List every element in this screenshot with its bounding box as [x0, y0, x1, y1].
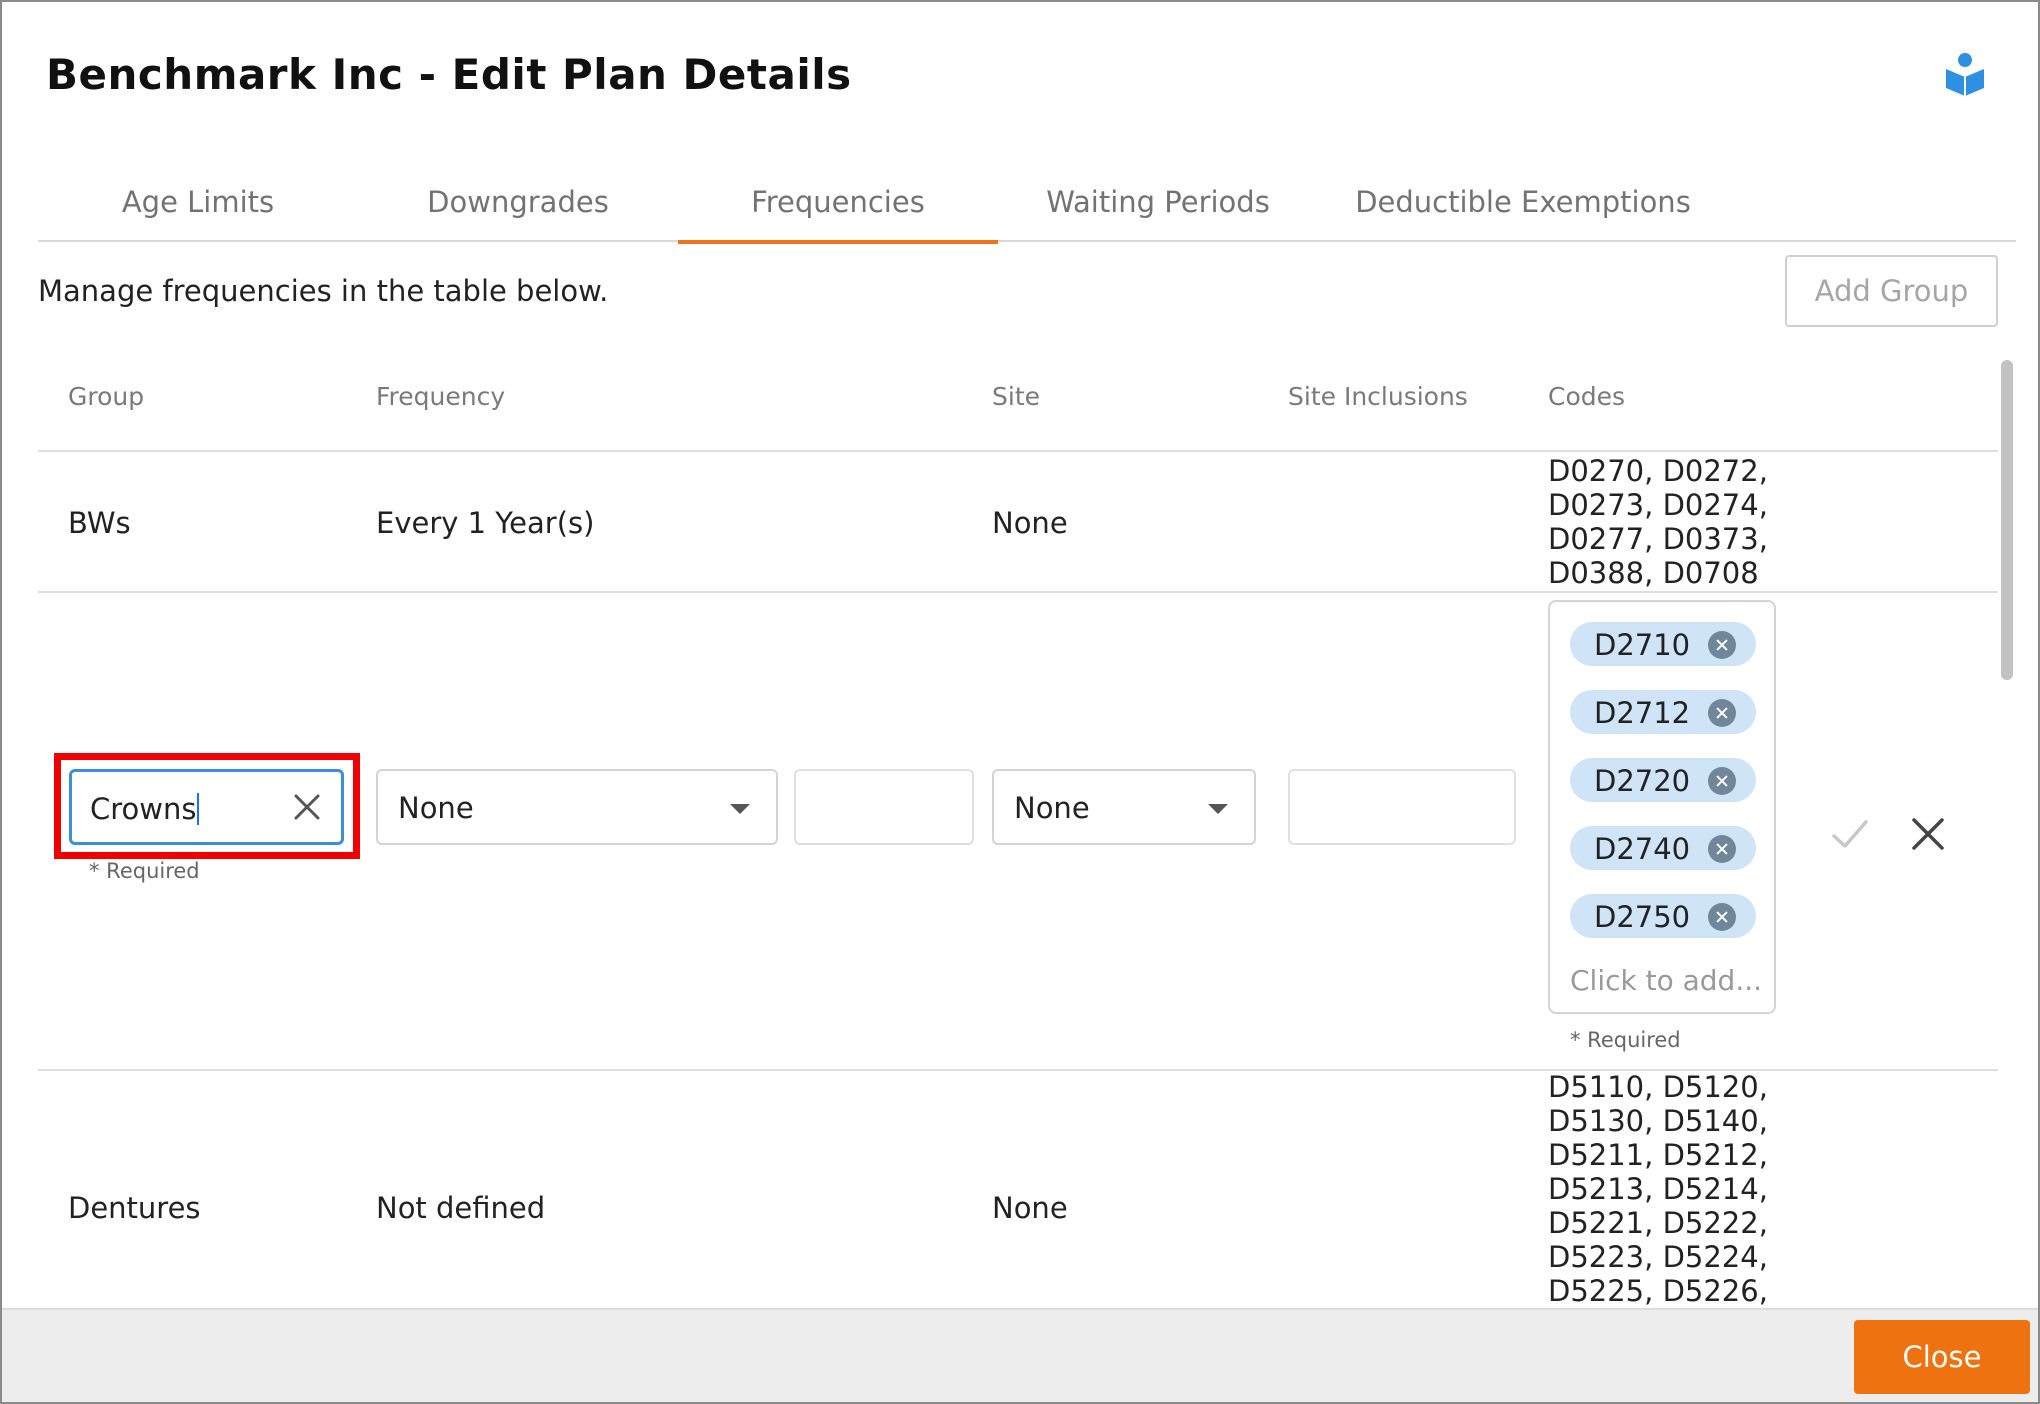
cancel-edit-icon[interactable] — [1906, 812, 1950, 856]
row-bws-group: BWs — [68, 506, 131, 540]
tab-downgrades[interactable]: Downgrades — [358, 162, 678, 242]
table-scrollbar[interactable] — [1999, 354, 2015, 1290]
check-icon[interactable] — [1828, 812, 1872, 856]
site-select[interactable]: None — [992, 769, 1256, 845]
code-tag: D2750 — [1570, 894, 1756, 938]
tab-bar: Age Limits Downgrades Frequencies Waitin… — [38, 162, 2016, 244]
clear-icon[interactable] — [290, 790, 324, 824]
site-inclusions-input[interactable] — [1288, 769, 1516, 845]
row-dentures-frequency: Not defined — [376, 1191, 546, 1225]
group-required-note: * Required — [89, 859, 200, 883]
chevron-down-icon — [730, 804, 750, 814]
code-line: D5211, D5212, — [1548, 1138, 1768, 1172]
code-tag-label: D2720 — [1594, 764, 1691, 798]
remove-tag-icon[interactable] — [1708, 699, 1736, 727]
code-line: D5223, D5224, — [1548, 1240, 1768, 1274]
edit-plan-dialog: Benchmark Inc - Edit Plan Details Age Li… — [0, 0, 2040, 1404]
code-tag: D2740 — [1570, 826, 1756, 870]
code-tag: D2720 — [1570, 758, 1756, 802]
remove-tag-icon[interactable] — [1708, 903, 1736, 931]
frequency-select-value: None — [398, 791, 474, 825]
code-tag-label: D2750 — [1594, 900, 1691, 934]
description-text: Manage frequencies in the table below. — [38, 274, 609, 308]
codes-tag-input[interactable]: D2710 D2712 D2720 D2740 D2750 Click to a… — [1548, 600, 1776, 1014]
code-tag-label: D2712 — [1594, 696, 1691, 730]
text-caret — [197, 793, 200, 825]
tab-age-limits[interactable]: Age Limits — [38, 162, 358, 242]
reader-icon[interactable] — [1944, 52, 1986, 98]
code-tag-label: D2710 — [1594, 628, 1691, 662]
frequency-select[interactable]: None — [376, 769, 778, 845]
row-dentures-codes: D5110, D5120, D5130, D5140, D5211, D5212… — [1548, 1070, 1788, 1308]
row-bws-frequency: Every 1 Year(s) — [376, 506, 595, 540]
row-bws-codes: D0270, D0272, D0273, D0274, D0277, D0373… — [1548, 454, 1788, 590]
header-codes: Codes — [1548, 382, 1626, 411]
code-line: D5110, D5120, — [1548, 1070, 1768, 1104]
row-dentures-site: None — [992, 1191, 1068, 1225]
tab-frequencies[interactable]: Frequencies — [678, 162, 998, 244]
dialog-footer — [2, 1308, 2038, 1402]
code-tag: D2710 — [1570, 622, 1756, 666]
divider — [38, 450, 1998, 452]
header-site-inclusions: Site Inclusions — [1288, 382, 1468, 411]
remove-tag-icon[interactable] — [1708, 835, 1736, 863]
codes-required-note: * Required — [1570, 1028, 1681, 1052]
group-name-input[interactable]: Crowns — [69, 769, 344, 845]
code-tag: D2712 — [1570, 690, 1756, 734]
code-line: D0270, D0272, — [1548, 454, 1768, 488]
chevron-down-icon — [1208, 804, 1228, 814]
code-line: D5221, D5222, — [1548, 1206, 1768, 1240]
add-group-button[interactable]: Add Group — [1785, 255, 1998, 327]
remove-tag-icon[interactable] — [1708, 767, 1736, 795]
code-tag-label: D2740 — [1594, 832, 1691, 866]
tab-waiting-periods[interactable]: Waiting Periods — [998, 162, 1318, 242]
header-group: Group — [68, 382, 145, 411]
code-line: D5130, D5140, — [1548, 1104, 1768, 1138]
frequency-number-input[interactable] — [794, 769, 974, 845]
code-line: D0277, D0373, — [1548, 522, 1768, 556]
row-bws-site: None — [992, 506, 1068, 540]
site-select-value: None — [1014, 791, 1090, 825]
row-dentures-group: Dentures — [68, 1191, 201, 1225]
dialog-title: Benchmark Inc - Edit Plan Details — [46, 50, 852, 99]
tab-deductible-exemptions[interactable]: Deductible Exemptions — [1318, 162, 1728, 242]
code-line: D5213, D5214, — [1548, 1172, 1768, 1206]
remove-tag-icon[interactable] — [1708, 631, 1736, 659]
scrollbar-thumb[interactable] — [2001, 360, 2013, 680]
code-line: D0388, D0708 — [1548, 556, 1759, 590]
code-line: D5225, D5226, — [1548, 1274, 1768, 1308]
header-frequency: Frequency — [376, 382, 506, 411]
close-button[interactable]: Close — [1854, 1320, 2030, 1394]
header-site: Site — [992, 382, 1040, 411]
divider — [38, 591, 1998, 593]
group-name-value: Crowns — [90, 792, 200, 826]
codes-placeholder[interactable]: Click to add... — [1570, 964, 1762, 997]
code-line: D0273, D0274, — [1548, 488, 1768, 522]
